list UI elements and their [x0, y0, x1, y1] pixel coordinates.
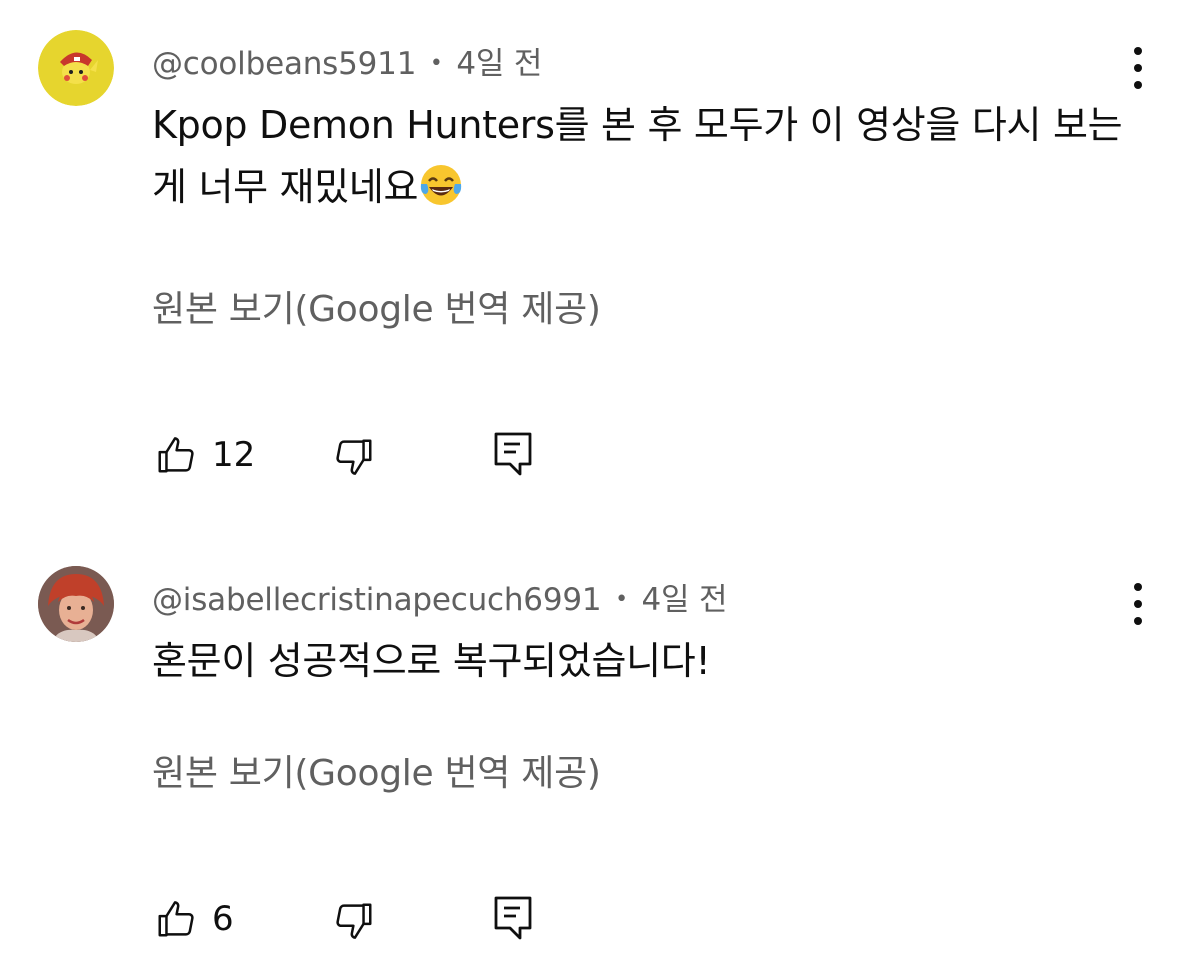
- comment-meta: @coolbeans5911 • 4일 전: [152, 38, 542, 83]
- comment-text: 혼문이 성공적으로 복구되었습니다!: [152, 630, 1142, 692]
- like-button[interactable]: 6: [154, 896, 234, 942]
- dislike-button[interactable]: [330, 434, 376, 480]
- avatar[interactable]: [38, 30, 114, 106]
- meta-separator: •: [429, 51, 443, 76]
- avatar[interactable]: [38, 566, 114, 642]
- comment-body: 혼문이 성공적으로 복구되었습니다!: [152, 639, 711, 683]
- like-count: 6: [212, 899, 234, 939]
- reply-icon: [492, 430, 534, 478]
- comment-time[interactable]: 4일 전: [456, 46, 542, 82]
- like-count: 12: [212, 435, 256, 475]
- comment-time[interactable]: 4일 전: [642, 582, 728, 618]
- comment-author[interactable]: @isabellecristinapecuch6991: [152, 582, 602, 618]
- comment-body: Kpop Demon Hunters를 본 후 모두가 이 영상을 다시 보는 …: [152, 103, 1123, 209]
- thumb-down-icon: [330, 898, 376, 944]
- face-with-tears-of-joy-icon: [418, 162, 464, 226]
- reply-button[interactable]: [492, 430, 534, 478]
- see-original-link[interactable]: 원본 보기(Google 번역 제공): [152, 744, 601, 796]
- comment-author[interactable]: @coolbeans5911: [152, 46, 416, 82]
- thumb-up-icon: [154, 896, 200, 942]
- see-original-link[interactable]: 원본 보기(Google 번역 제공): [152, 280, 601, 332]
- like-button[interactable]: 12: [154, 432, 255, 478]
- meta-separator: •: [615, 587, 628, 612]
- thumb-up-icon: [154, 432, 200, 478]
- more-vert-icon[interactable]: [1122, 44, 1154, 92]
- more-vert-icon[interactable]: [1122, 580, 1154, 628]
- reply-icon: [492, 894, 534, 942]
- thumb-down-icon: [330, 434, 376, 480]
- comment-meta: @isabellecristinapecuch6991 • 4일 전: [152, 574, 728, 619]
- comment-text: Kpop Demon Hunters를 본 후 모두가 이 영상을 다시 보는 …: [152, 94, 1142, 226]
- dislike-button[interactable]: [330, 898, 376, 944]
- reply-button[interactable]: [492, 894, 534, 942]
